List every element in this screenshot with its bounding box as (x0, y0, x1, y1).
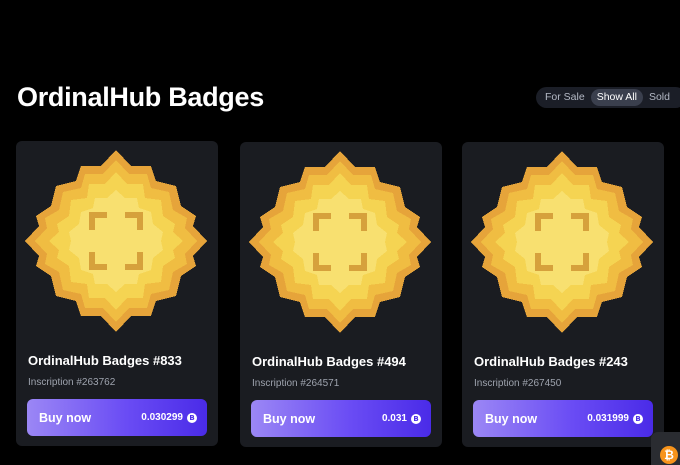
buy-now-label: Buy now (485, 411, 538, 426)
price-value: 0.030299 (141, 412, 183, 423)
card-inscription: Inscription #263762 (28, 377, 116, 388)
card-inscription: Inscription #267450 (474, 378, 562, 389)
badge-sun-icon (471, 151, 653, 333)
filter-toggle-group: For Sale Show All Sold (536, 87, 680, 108)
buy-now-button[interactable]: Buy now 0.031999 B (473, 400, 653, 437)
price-tag: 0.031 B (382, 413, 421, 424)
bitcoin-icon: B (411, 413, 421, 424)
price-tag: 0.030299 B (141, 412, 197, 423)
price-value: 0.031 (381, 413, 407, 424)
bitcoin-icon: B (633, 413, 643, 424)
page: OrdinalHub Badges For Sale Show All Sold… (0, 0, 680, 465)
filter-for-sale-button[interactable]: For Sale (539, 89, 591, 106)
price-tag: 0.031999 B (587, 413, 643, 424)
filter-sold-button[interactable]: Sold (643, 89, 676, 106)
badge-card[interactable]: OrdinalHub Badges #833 Inscription #2637… (16, 141, 218, 446)
bitcoin-icon: B (187, 412, 197, 423)
filter-show-all-button[interactable]: Show All (590, 89, 643, 106)
page-title: OrdinalHub Badges (17, 82, 264, 112)
card-inscription: Inscription #264571 (252, 378, 340, 389)
card-title[interactable]: OrdinalHub Badges #243 (474, 354, 628, 369)
badge-card[interactable]: OrdinalHub Badges #243 Inscription #2674… (462, 142, 664, 447)
badge-image[interactable] (21, 146, 211, 336)
buy-now-label: Buy now (263, 411, 316, 426)
bitcoin-icon: ₿ (660, 446, 678, 464)
card-title[interactable]: OrdinalHub Badges #833 (28, 353, 182, 368)
buy-now-button[interactable]: Buy now 0.030299 B (27, 399, 207, 436)
buy-now-button[interactable]: Buy now 0.031 B (251, 400, 431, 437)
badge-sun-icon (25, 150, 207, 332)
card-title[interactable]: OrdinalHub Badges #494 (252, 354, 406, 369)
price-value: 0.031999 (587, 413, 629, 424)
badge-image[interactable] (467, 147, 657, 337)
badge-sun-icon (249, 151, 431, 333)
wallet-widget[interactable]: ₿ (651, 432, 680, 465)
buy-now-label: Buy now (39, 410, 92, 425)
badge-image[interactable] (245, 147, 435, 337)
badge-card[interactable]: OrdinalHub Badges #494 Inscription #2645… (240, 142, 442, 447)
